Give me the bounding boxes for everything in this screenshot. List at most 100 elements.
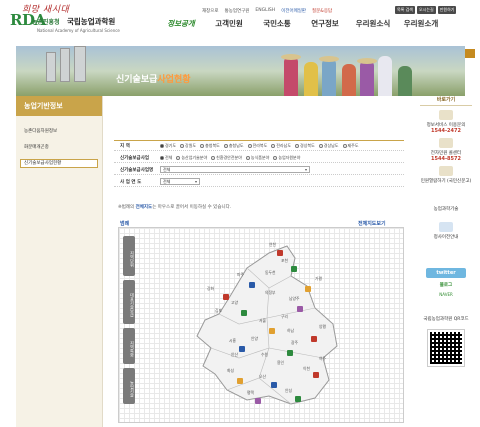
tech-marker[interactable]: [295, 396, 301, 402]
gnb-institute-intro[interactable]: 우리원소개: [397, 18, 445, 29]
region-option-jeonnam[interactable]: 전라남도: [271, 143, 291, 149]
site-logo[interactable]: 희망 새시대 RDA 농촌진흥청 국립농업과학원 National Academ…: [10, 3, 145, 37]
sidebar-item-rural-resources[interactable]: 농촌다움자원정보: [24, 128, 57, 134]
region-option-chungbuk[interactable]: 충청북도: [200, 143, 220, 149]
region-label-yeoju[interactable]: 여주: [319, 356, 326, 362]
sidebar-item-pollinators[interactable]: 화분매개곤충: [24, 144, 49, 150]
tech-marker[interactable]: [291, 266, 297, 272]
radio-icon: [200, 143, 205, 148]
silo-3: [74, 46, 86, 82]
tech-marker[interactable]: [223, 294, 229, 300]
region-option-gyeongbuk[interactable]: 경상북도: [295, 143, 315, 149]
region-label-uijeongbu[interactable]: 의정부: [265, 290, 275, 296]
agri-tech-box[interactable]: 농업과학기술: [420, 206, 472, 212]
region-label-yangpyeong[interactable]: 양평: [319, 324, 326, 330]
radio-icon: [160, 155, 164, 160]
gnb-info-disclosure[interactable]: 정보공개: [157, 18, 205, 29]
region-label-osan[interactable]: 오산: [259, 374, 266, 380]
civil-view-box[interactable]: 민원열람하기 (국민신문고): [420, 166, 472, 184]
toplink-new-window[interactable]: 재창으로: [202, 8, 219, 14]
region-label-siheung[interactable]: 시흥: [229, 338, 236, 344]
region-label-icheon[interactable]: 이천: [303, 366, 310, 372]
tech-marker[interactable]: [237, 378, 243, 384]
region-option-gyeonggi[interactable]: 경기도: [160, 143, 176, 149]
gnb-institute-news[interactable]: 우리원소식: [349, 18, 397, 29]
type-option-agri-resources[interactable]: 농업자원분야: [273, 155, 300, 161]
region-option-jeju[interactable]: 제주도: [342, 143, 359, 149]
relocation-box[interactable]: 청사이전안내: [420, 222, 472, 240]
radio-icon: [295, 143, 300, 148]
year-select[interactable]: 전체: [160, 178, 200, 185]
region-option-gyeongnam[interactable]: 경상남도: [318, 143, 339, 149]
tech-marker[interactable]: [311, 336, 317, 342]
region-label-hanam[interactable]: 하남: [287, 328, 294, 334]
region-label-namyangju[interactable]: 남양주: [289, 296, 299, 302]
farmer-hat-5: [357, 58, 377, 64]
tech-marker[interactable]: [297, 306, 303, 312]
region-label-gimpo[interactable]: 김포: [215, 308, 222, 314]
region-label-hwaseong[interactable]: 화성: [227, 368, 234, 374]
tech-marker[interactable]: [239, 346, 245, 352]
tech-marker[interactable]: [305, 286, 311, 292]
region-option-jeonbuk[interactable]: 전라북도: [247, 143, 267, 149]
tech-marker[interactable]: [287, 350, 293, 356]
region-label-ansan[interactable]: 안산: [231, 352, 238, 358]
info-service-box[interactable]: 정보서비스 이용문의 1544-2472: [420, 110, 472, 134]
full-map-link[interactable]: 전체지도보기: [358, 220, 386, 227]
region-label-gwangju[interactable]: 광주: [291, 340, 298, 346]
gnb-customer-complaints[interactable]: 고객민원: [205, 18, 253, 29]
tech-marker[interactable]: [313, 372, 319, 378]
radio-icon: [273, 155, 278, 160]
type-option-agrifood[interactable]: 농식품분야: [245, 155, 269, 161]
tech-marker[interactable]: [271, 382, 277, 388]
tech-marker[interactable]: [249, 282, 255, 288]
toplink-qna[interactable]: 질문&응답: [312, 8, 332, 14]
building-icon: [439, 222, 453, 232]
region-label-pyeongtaek[interactable]: 평택: [247, 390, 254, 396]
type-option-all[interactable]: 전체: [160, 155, 172, 161]
directions-button[interactable]: 오시는길: [417, 6, 436, 14]
gnb-research-info[interactable]: 연구정보: [301, 18, 349, 29]
region-label-guri[interactable]: 구리: [281, 314, 288, 320]
toplink-agri-research[interactable]: 통농업연구원: [225, 8, 250, 14]
region-label-seoul[interactable]: 서울: [259, 318, 266, 324]
region-map[interactable]: 지역단위 대표기술보급 지역특화 농업기술 연천 포천 가평 남양주 강화 파주…: [118, 227, 404, 423]
radio-icon: [223, 143, 228, 148]
blog-link[interactable]: 블로그: [426, 282, 466, 291]
search-list-button[interactable]: 목록 검색: [395, 6, 415, 14]
region-option-chungnam[interactable]: 충청남도: [223, 143, 244, 149]
region-label-yeoncheon[interactable]: 연천: [269, 242, 276, 248]
toplink-english[interactable]: ENGLISH: [255, 8, 275, 14]
radio-icon: [245, 155, 250, 160]
civil-button[interactable]: 만원하기: [437, 6, 457, 14]
tech-marker[interactable]: [241, 310, 247, 316]
toplink-prev-mail[interactable]: 이전어메일판: [281, 8, 306, 14]
region-option-gangwon[interactable]: 강원도: [180, 143, 196, 149]
project-name-select[interactable]: 전체: [160, 166, 310, 173]
region-label-pocheon[interactable]: 포천: [281, 258, 288, 264]
region-label-suwon[interactable]: 수원: [261, 352, 268, 358]
tech-marker[interactable]: [269, 328, 275, 334]
document-icon: [439, 166, 453, 176]
region-label-gapyeong[interactable]: 가평: [315, 276, 322, 282]
call-center-box[interactable]: 전자민원 콜센터 1544-8572: [420, 138, 472, 162]
legend-label: 범례: [120, 221, 130, 227]
region-label-anyang[interactable]: 안양: [251, 336, 258, 342]
type-option-eco-safety[interactable]: 친환경안전분야: [211, 155, 242, 161]
page-title-part2: 사업현황: [157, 75, 191, 85]
type-option-agri-industry[interactable]: 농산업기술분야: [176, 155, 207, 161]
sidebar-item-new-tech-status[interactable]: 신기술보급사업현황: [20, 159, 98, 168]
radio-icon: [211, 155, 216, 160]
institute-name: 국립농업과학원: [67, 17, 116, 26]
region-label-goyang[interactable]: 고양: [231, 300, 238, 306]
region-label-ganghwa[interactable]: 강화: [207, 286, 214, 292]
naver-link[interactable]: NAVER: [426, 292, 466, 300]
region-label-yongin[interactable]: 용인: [277, 360, 284, 366]
twitter-link[interactable]: twitter: [426, 268, 466, 278]
region-label-anseong[interactable]: 안성: [285, 388, 292, 394]
tech-marker[interactable]: [255, 398, 261, 404]
tech-marker[interactable]: [277, 250, 283, 256]
region-label-dongducheon[interactable]: 동두천: [265, 270, 275, 276]
gnb-public-communication[interactable]: 국민소통: [253, 18, 301, 29]
region-label-paju[interactable]: 파주: [237, 272, 244, 278]
